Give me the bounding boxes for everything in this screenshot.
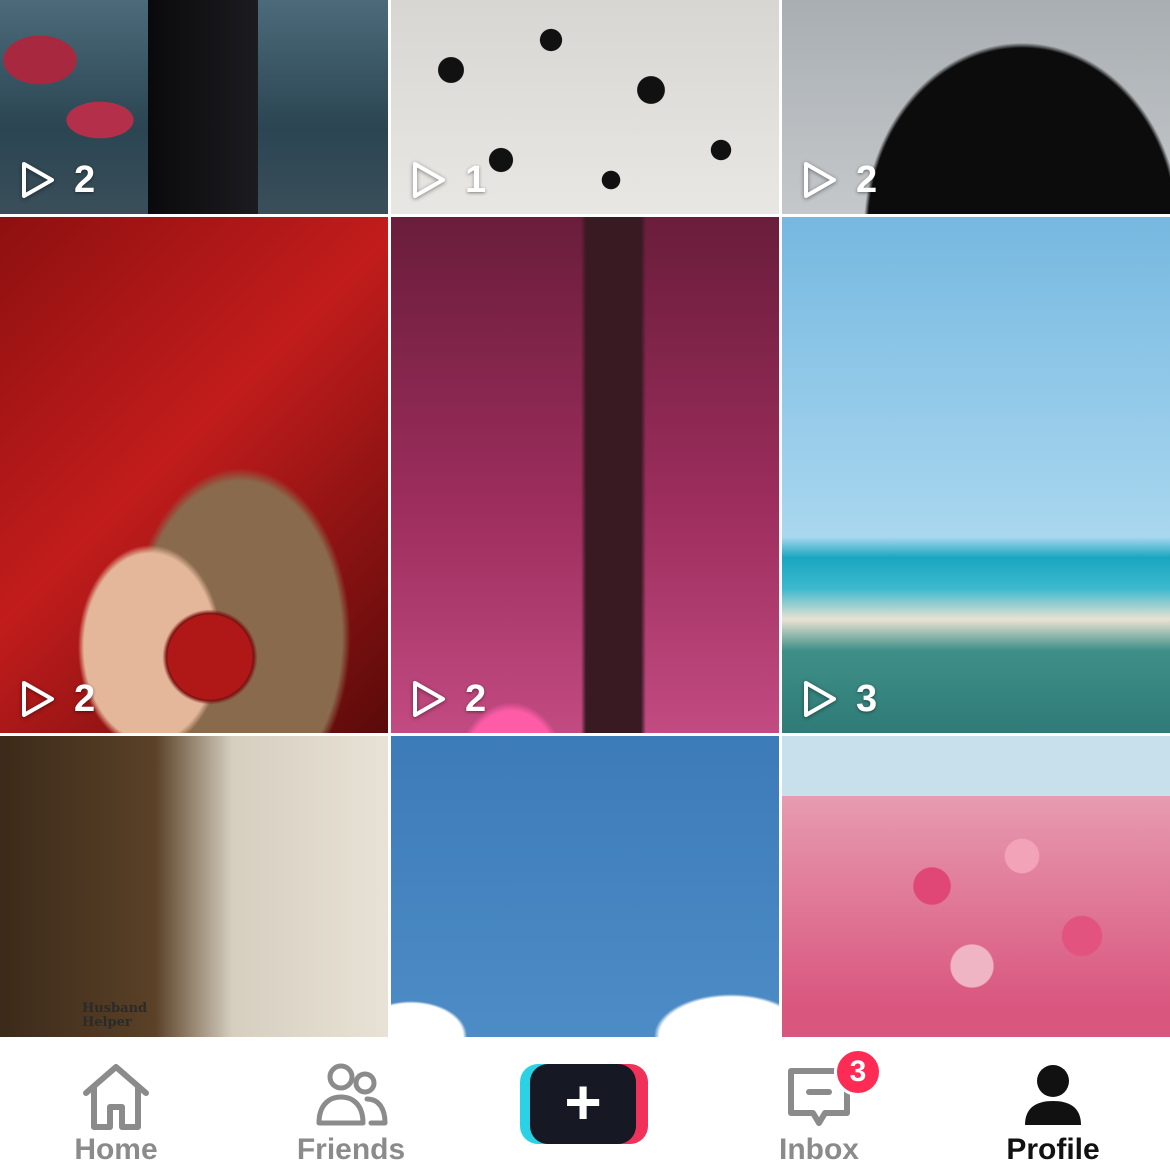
thumbnail-image <box>782 217 1170 733</box>
create-button[interactable]: + <box>520 1064 648 1144</box>
view-count: 3 <box>800 679 877 719</box>
video-thumbnail-5[interactable]: 2 <box>391 217 779 733</box>
nav-profile[interactable]: Profile <box>953 1037 1153 1170</box>
nav-inbox[interactable]: Inbox <box>719 1037 919 1170</box>
nav-friends-label: Friends <box>296 1133 406 1166</box>
view-count-value: 2 <box>74 678 96 720</box>
view-count-value: 2 <box>856 159 878 201</box>
play-icon <box>804 681 836 717</box>
profile-icon <box>1025 1065 1081 1125</box>
nav-inbox-label: Inbox <box>779 1133 859 1166</box>
nav-friends[interactable]: Friends <box>251 1037 451 1170</box>
play-icon <box>22 162 54 198</box>
nav-home-label: Home <box>74 1133 158 1166</box>
view-count-value: 2 <box>465 678 487 720</box>
video-thumbnail-6[interactable]: 3 <box>782 217 1170 733</box>
thumbnail-image <box>0 736 388 1037</box>
video-thumbnail-4[interactable]: 2 <box>0 217 388 733</box>
view-count: 2 <box>18 679 95 719</box>
play-icon <box>413 681 445 717</box>
thumbnail-image <box>782 736 1170 1037</box>
video-thumbnail-3[interactable]: 2 <box>782 0 1170 214</box>
video-grid: 2 1 2 2 2 3 Husband Helper <box>0 0 1170 1037</box>
home-icon <box>83 1064 149 1130</box>
view-count: 1 <box>409 160 486 200</box>
plus-icon: + <box>564 1066 602 1138</box>
view-count-value: 2 <box>74 159 96 201</box>
thumbnail-image <box>391 217 779 733</box>
nav-profile-label: Profile <box>1006 1133 1100 1166</box>
robot-sign-text: Husband Helper <box>82 1001 148 1030</box>
view-count: 2 <box>800 160 877 200</box>
view-count: 2 <box>409 679 486 719</box>
video-thumbnail-7[interactable]: Husband Helper <box>0 736 388 1037</box>
play-icon <box>804 162 836 198</box>
inbox-notification-badge: 3 <box>834 1048 882 1096</box>
nav-home[interactable]: Home <box>16 1037 216 1170</box>
view-count: 2 <box>18 160 95 200</box>
friends-icon <box>316 1063 388 1126</box>
view-count-value: 3 <box>856 678 878 720</box>
thumbnail-image <box>0 217 388 733</box>
create-button-core: + <box>530 1064 636 1144</box>
thumbnail-image <box>391 736 779 1037</box>
bottom-navigation-bar: Home Friends + Inbox Profile <box>0 1037 1170 1170</box>
video-thumbnail-9[interactable] <box>782 736 1170 1037</box>
video-thumbnail-1[interactable]: 2 <box>0 0 388 214</box>
view-count-value: 1 <box>465 159 487 201</box>
video-thumbnail-8[interactable] <box>391 736 779 1037</box>
play-icon <box>413 162 445 198</box>
play-icon <box>22 681 54 717</box>
video-thumbnail-2[interactable]: 1 <box>391 0 779 214</box>
